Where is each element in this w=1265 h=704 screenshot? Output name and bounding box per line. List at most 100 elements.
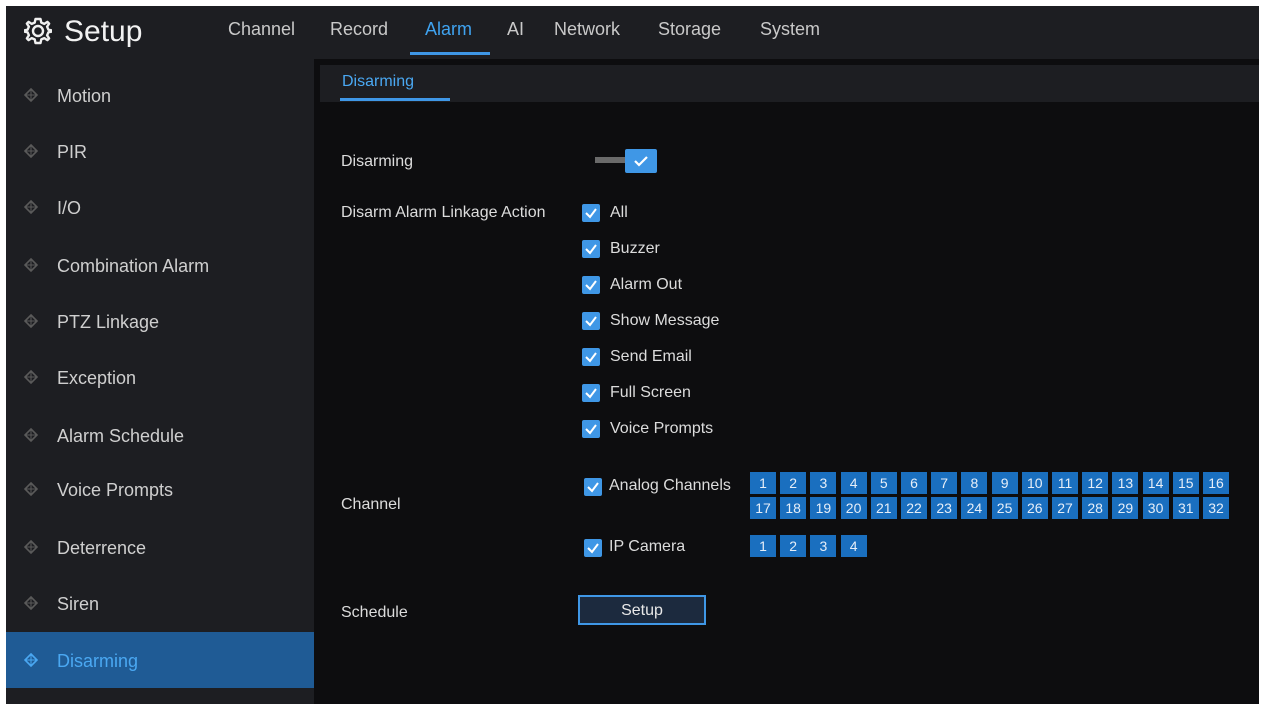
schedule-label: Schedule <box>341 604 408 621</box>
disarming-toggle[interactable] <box>625 149 657 173</box>
ip-channel-2[interactable]: 2 <box>780 535 807 557</box>
analog-channel-14[interactable]: 14 <box>1142 472 1169 494</box>
full-screen-checkbox[interactable] <box>582 384 600 402</box>
tab-system[interactable]: System <box>760 18 820 40</box>
sidebar-item-label: PIR <box>57 142 88 162</box>
ip-camera-checkbox[interactable] <box>584 539 602 557</box>
analog-channel-32[interactable]: 32 <box>1203 497 1229 519</box>
sidebar-item-pir[interactable]: PIR <box>6 123 314 179</box>
show-message-label: Show Message <box>610 312 720 329</box>
sidebar-item-deterrence[interactable]: Deterrence <box>6 519 314 575</box>
analog-channel-22[interactable]: 22 <box>901 497 927 519</box>
sidebar-item-label: Siren <box>57 594 100 614</box>
analog-channel-31[interactable]: 31 <box>1172 497 1199 519</box>
diamond-icon <box>23 143 39 159</box>
sidebar-item-siren[interactable]: Siren <box>6 575 314 631</box>
diamond-icon <box>23 539 39 555</box>
analog-channel-7[interactable]: 7 <box>931 472 958 494</box>
sidebar-item-voice-prompts[interactable]: Voice Prompts <box>6 461 314 517</box>
send-email-checkbox[interactable] <box>582 348 600 366</box>
analog-channel-26[interactable]: 26 <box>1021 497 1048 519</box>
show-message-checkbox[interactable] <box>582 312 600 330</box>
analog-channel-29[interactable]: 29 <box>1112 497 1139 519</box>
sidebar-item-io[interactable]: I/O <box>6 179 314 235</box>
ip-camera-label: IP Camera <box>609 538 686 555</box>
voice-prompts-checkbox[interactable] <box>582 420 600 438</box>
sidebar-item-combination-alarm[interactable]: Combination Alarm <box>6 237 314 293</box>
check-icon <box>585 280 597 291</box>
analog-channel-27[interactable]: 27 <box>1052 497 1078 519</box>
check-icon <box>585 244 597 255</box>
analog-channel-11[interactable]: 11 <box>1052 472 1078 494</box>
sidebar-item-disarming[interactable]: Disarming <box>6 632 314 688</box>
analog-channel-20[interactable]: 20 <box>840 497 867 519</box>
sidebar-item-label: Motion <box>57 86 112 106</box>
sidebar-item-ptz-linkage[interactable]: PTZ Linkage <box>6 293 314 349</box>
analog-channel-16[interactable]: 16 <box>1203 472 1229 494</box>
check-icon <box>585 388 597 399</box>
analog-channel-1[interactable]: 1 <box>750 472 776 494</box>
analog-channel-10[interactable]: 10 <box>1021 472 1048 494</box>
analog-channel-30[interactable]: 30 <box>1142 497 1169 519</box>
analog-channel-2[interactable]: 2 <box>780 472 807 494</box>
diamond-icon <box>23 257 39 273</box>
analog-channel-24[interactable]: 24 <box>961 497 988 519</box>
tab-disarming[interactable]: Disarming <box>342 72 414 92</box>
analog-channel-12[interactable]: 12 <box>1082 472 1109 494</box>
schedule-setup-button[interactable]: Setup <box>578 595 706 625</box>
sub-tab-underline <box>340 98 450 101</box>
disarming-toggle-track[interactable] <box>595 157 625 163</box>
analog-channel-3[interactable]: 3 <box>810 472 837 494</box>
diamond-icon <box>23 369 39 385</box>
sidebar-item-label: Voice Prompts <box>57 480 174 500</box>
tab-ai[interactable]: AI <box>507 18 524 40</box>
alarm-out-checkbox[interactable] <box>582 276 600 294</box>
tab-channel[interactable]: Channel <box>228 18 295 40</box>
buzzer-label: Buzzer <box>610 240 660 257</box>
sidebar-item-label: Alarm Schedule <box>57 426 185 446</box>
disarming-label: Disarming <box>341 153 414 170</box>
sidebar-item-label: Deterrence <box>57 538 147 558</box>
analog-channel-8[interactable]: 8 <box>961 472 988 494</box>
ip-channel-3[interactable]: 3 <box>810 535 837 557</box>
analog-channel-18[interactable]: 18 <box>780 497 807 519</box>
analog-channel-13[interactable]: 13 <box>1112 472 1139 494</box>
tab-network[interactable]: Network <box>554 18 620 40</box>
alarm-out-label: Alarm Out <box>610 276 683 293</box>
analog-channel-19[interactable]: 19 <box>810 497 837 519</box>
sidebar: Motion PIR I/O Combination Alarm PTZ Lin… <box>6 59 314 704</box>
ip-channel-4[interactable]: 4 <box>840 535 867 557</box>
check-icon <box>585 352 597 363</box>
tab-record[interactable]: Record <box>330 18 388 40</box>
analog-channel-5[interactable]: 5 <box>870 472 897 494</box>
gear-icon <box>22 17 54 45</box>
analog-channel-6[interactable]: 6 <box>901 472 927 494</box>
analog-channel-21[interactable]: 21 <box>870 497 897 519</box>
active-tab-underline <box>410 52 490 55</box>
analog-channel-25[interactable]: 25 <box>991 497 1018 519</box>
linkage-label: Disarm Alarm Linkage Action <box>341 204 546 221</box>
diamond-icon <box>23 199 39 215</box>
diamond-icon <box>23 481 39 497</box>
analog-channel-28[interactable]: 28 <box>1082 497 1109 519</box>
tab-storage[interactable]: Storage <box>658 18 721 40</box>
sidebar-item-motion[interactable]: Motion <box>6 67 314 123</box>
check-icon <box>587 543 599 554</box>
ip-channel-1[interactable]: 1 <box>750 535 776 557</box>
sidebar-item-label: Exception <box>57 368 137 388</box>
all-checkbox[interactable] <box>582 204 600 222</box>
analog-channels-label: Analog Channels <box>609 477 731 494</box>
analog-channels-checkbox[interactable] <box>584 478 602 496</box>
check-icon <box>587 482 599 493</box>
sidebar-item-exception[interactable]: Exception <box>6 349 314 405</box>
analog-channel-23[interactable]: 23 <box>931 497 958 519</box>
analog-channel-17[interactable]: 17 <box>750 497 776 519</box>
sidebar-item-alarm-schedule[interactable]: Alarm Schedule <box>6 407 314 463</box>
diamond-icon <box>23 87 39 103</box>
analog-channel-15[interactable]: 15 <box>1172 472 1199 494</box>
buzzer-checkbox[interactable] <box>582 240 600 258</box>
send-email-label: Send Email <box>610 348 692 365</box>
analog-channel-4[interactable]: 4 <box>840 472 867 494</box>
tab-alarm[interactable]: Alarm <box>425 18 472 40</box>
analog-channel-9[interactable]: 9 <box>991 472 1018 494</box>
